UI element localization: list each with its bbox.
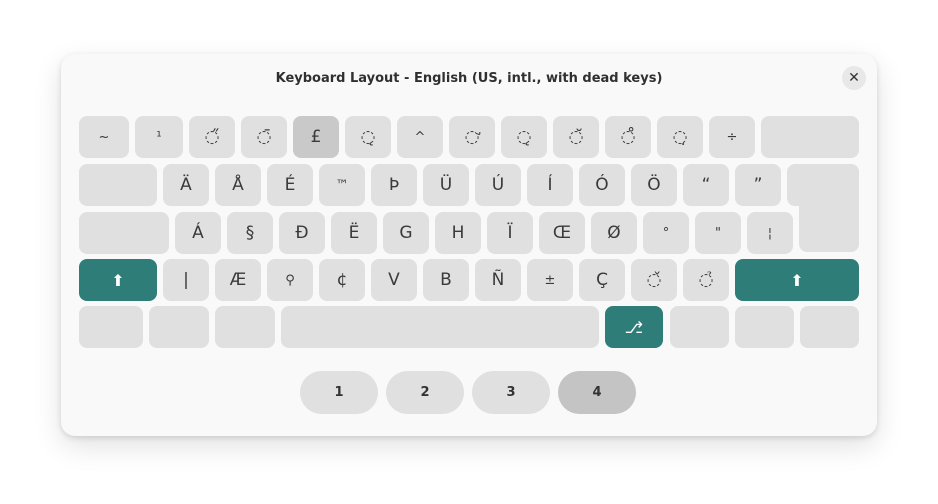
key-thorn[interactable]: Þ (371, 164, 417, 206)
key-right-quote[interactable]: ” (735, 164, 781, 206)
key-c-cedilla[interactable]: Ç (579, 259, 625, 301)
key-space[interactable] (281, 306, 599, 348)
key-eth[interactable]: Ð (279, 212, 325, 254)
level-button-4[interactable]: 4 (558, 371, 636, 414)
key-macron[interactable]: ◌̄ (241, 116, 287, 158)
key-a-ring[interactable]: Å (215, 164, 261, 206)
key-horn[interactable]: ◌̛ (449, 116, 495, 158)
key-enter[interactable] (787, 164, 859, 206)
key-g[interactable]: G (383, 212, 429, 254)
key-u-acute[interactable]: Ú (475, 164, 521, 206)
key-tilde[interactable]: ~ (79, 116, 129, 158)
key-o-acute[interactable]: Ó (579, 164, 625, 206)
key-cent[interactable]: ¢ (319, 259, 365, 301)
key-super-right[interactable] (670, 306, 729, 348)
key-shift-right[interactable]: ⬆ (735, 259, 859, 301)
key-o-diaeresis[interactable]: Ö (631, 164, 677, 206)
level-button-2[interactable]: 2 (386, 371, 464, 414)
key-breve[interactable]: ◌̆ (553, 116, 599, 158)
key-double-acute[interactable]: ◌̋ (189, 116, 235, 158)
key-caron[interactable]: ◌̌ (631, 259, 677, 301)
key-ae-ligature[interactable]: Æ (215, 259, 261, 301)
key-n-tilde[interactable]: Ñ (475, 259, 521, 301)
key-e-acute[interactable]: É (267, 164, 313, 206)
key-key-symbol[interactable]: ⚲ (267, 259, 313, 301)
key-oe-ligature[interactable]: Œ (539, 212, 585, 254)
key-superscript-one[interactable]: ¹ (135, 116, 183, 158)
key-shift-left[interactable]: ⬆ (79, 259, 157, 301)
level-button-3[interactable]: 3 (472, 371, 550, 414)
key-tab[interactable] (79, 164, 157, 206)
key-plus-minus[interactable]: ± (527, 259, 573, 301)
key-a-acute[interactable]: Á (175, 212, 221, 254)
key-i-acute[interactable]: Í (527, 164, 573, 206)
key-o-stroke[interactable]: Ø (591, 212, 637, 254)
alt-gr-icon: ⎇ (624, 317, 644, 337)
key-ogonek[interactable]: ◌̨ (345, 116, 391, 158)
key-backspace[interactable] (761, 116, 859, 158)
key-dot-below[interactable]: ◌̣ (657, 116, 703, 158)
close-button[interactable]: ✕ (842, 66, 866, 90)
key-degree[interactable]: ° (643, 212, 689, 254)
key-alt-left[interactable] (215, 306, 275, 348)
key-v[interactable]: V (371, 259, 417, 301)
key-pipe[interactable]: | (163, 259, 209, 301)
key-section[interactable]: § (227, 212, 273, 254)
key-ring[interactable]: ◌̊ (605, 116, 651, 158)
key-ctrl-right[interactable] (800, 306, 859, 348)
key-menu[interactable] (735, 306, 794, 348)
key-division[interactable]: ÷ (709, 116, 755, 158)
shift-icon: ⬆ (790, 270, 804, 290)
key-hook-above[interactable]: ◌̉ (683, 259, 729, 301)
key-double-quote[interactable]: " (695, 212, 741, 254)
key-trademark[interactable]: ™ (319, 164, 365, 206)
key-e-diaeresis[interactable]: Ë (331, 212, 377, 254)
key-b[interactable]: B (423, 259, 469, 301)
key-left-quote[interactable]: “ (683, 164, 729, 206)
key-a-diaeresis[interactable]: Ä (163, 164, 209, 206)
key-h[interactable]: H (435, 212, 481, 254)
key-broken-bar[interactable]: ¦ (747, 212, 793, 254)
key-u-diaeresis[interactable]: Ü (423, 164, 469, 206)
key-super[interactable] (149, 306, 209, 348)
key-i-diaeresis[interactable]: Ï (487, 212, 533, 254)
shift-icon: ⬆ (111, 270, 125, 290)
key-ctrl-left[interactable] (79, 306, 143, 348)
key-ogonek-2[interactable]: ◌̨ (501, 116, 547, 158)
key-circumflex[interactable]: ^ (397, 116, 443, 158)
key-caps-lock[interactable] (79, 212, 169, 254)
close-icon: ✕ (848, 70, 860, 86)
key-alt-gr[interactable]: ⎇ (605, 306, 663, 348)
dialog-title: Keyboard Layout - English (US, intl., wi… (275, 71, 663, 86)
key-pound[interactable]: £ (293, 116, 339, 158)
keyboard-layout-dialog: Keyboard Layout - English (US, intl., wi… (61, 54, 877, 436)
level-button-1[interactable]: 1 (300, 371, 378, 414)
